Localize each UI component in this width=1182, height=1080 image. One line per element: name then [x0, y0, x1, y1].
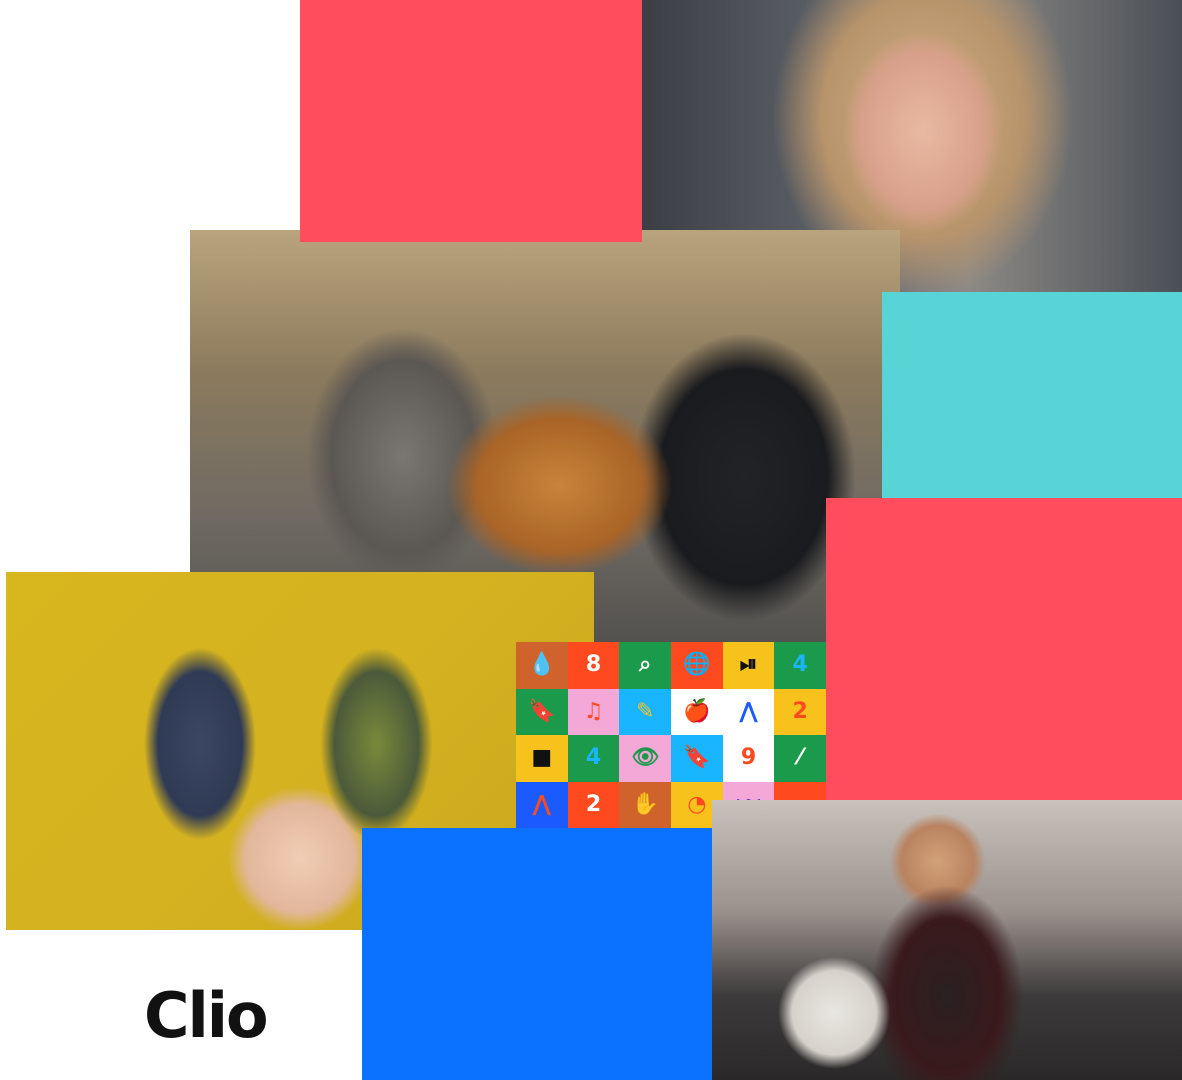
coral-block-right — [826, 498, 1182, 800]
tile-number-8: 8 — [567, 642, 620, 689]
teal-block — [882, 292, 1182, 498]
hand-icon: ✋ — [619, 781, 671, 828]
bookmark-icon: 🔖 — [516, 688, 568, 735]
tile-number-4: 4 — [774, 642, 826, 689]
coral-block-top-overlap — [300, 230, 642, 242]
tile-number-2: 2 — [567, 781, 620, 828]
music-note-icon: ♫ — [567, 688, 620, 735]
droplet-icon: 💧 — [516, 642, 568, 689]
square-icon: ■ — [516, 735, 568, 782]
coral-block-top — [300, 0, 642, 242]
bookmark-icon: 🔖 — [671, 735, 723, 782]
clio-logo: Clio — [144, 979, 269, 1052]
boy-football-photo — [712, 800, 1182, 1080]
blue-block — [362, 828, 712, 1080]
globe-icon: 🌐 — [671, 642, 723, 689]
tile-number-2: 2 — [774, 688, 826, 735]
tile-number-9: 9 — [722, 735, 775, 782]
play-pause-icon: ⏯ — [722, 642, 775, 689]
eye-icon: 👁 — [619, 735, 671, 782]
magnifier-icon: ⌕ — [619, 642, 671, 689]
compass-icon: ⋀ — [722, 688, 775, 735]
apple-icon: 🍎 — [671, 688, 723, 735]
compass-icon: ⋀ — [516, 781, 568, 828]
leaf-icon: ⁄ — [774, 735, 826, 782]
pencil-icon: ✎ — [619, 688, 671, 735]
tile-number-4: 4 — [567, 735, 620, 782]
